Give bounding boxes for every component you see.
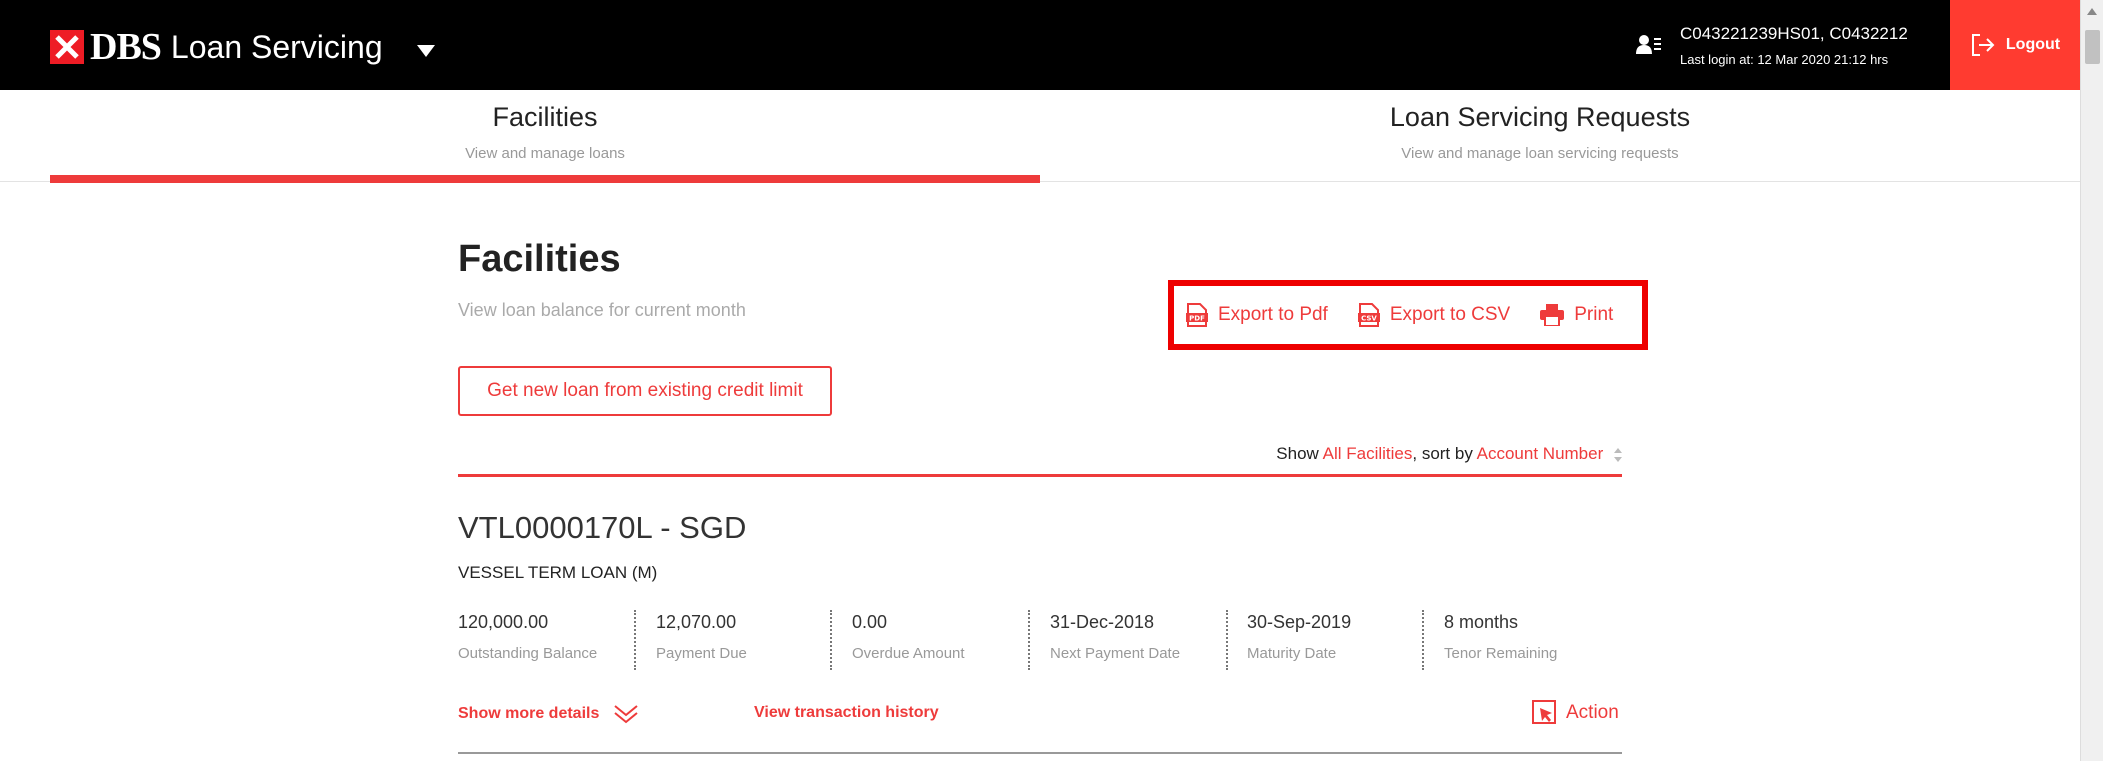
- account-title: VTL0000170L - SGD: [458, 510, 747, 545]
- sort-arrows-icon[interactable]: [1614, 447, 1622, 462]
- stat-payment-due: 12,070.00 Payment Due: [656, 608, 747, 670]
- caret-down-icon[interactable]: [416, 45, 435, 57]
- last-login: Last login at: 12 Mar 2020 21:12 hrs: [1680, 52, 1889, 67]
- logout-label: Logout: [2005, 36, 2061, 53]
- export-csv-button[interactable]: CSV Export to CSV: [1357, 303, 1511, 327]
- section-divider: [458, 474, 1622, 477]
- logout-button[interactable]: Logout: [1950, 0, 2080, 90]
- action-label: Action: [1566, 702, 1619, 723]
- stat-outstanding-balance: 120,000.00 Outstanding Balance: [458, 608, 597, 670]
- page-scrollbar[interactable]: [2080, 0, 2103, 761]
- active-tab-indicator: [50, 175, 1040, 183]
- printer-icon: [1540, 304, 1565, 326]
- stat-value: 8 months: [1444, 612, 1519, 632]
- stat-value: 30-Sep-2019: [1247, 612, 1352, 632]
- scroll-up-icon[interactable]: [2087, 8, 2097, 15]
- stat-divider: [1028, 610, 1030, 670]
- view-transaction-history-link[interactable]: View transaction history: [754, 704, 939, 722]
- show-label: Show: [1276, 444, 1319, 463]
- scroll-thumb[interactable]: [2085, 30, 2100, 64]
- facility-stats: 120,000.00 Outstanding Balance 12,070.00…: [458, 608, 1622, 670]
- tab-title: Loan Servicing Requests: [1389, 102, 1691, 132]
- stat-value: 12,070.00: [656, 612, 737, 632]
- stat-divider: [1226, 610, 1228, 670]
- export-csv-label: Export to CSV: [1389, 304, 1511, 325]
- pdf-file-icon: PDF: [1186, 303, 1208, 327]
- stat-overdue-amount: 0.00 Overdue Amount: [852, 608, 965, 670]
- filter-link[interactable]: All Facilities: [1323, 444, 1413, 463]
- tab-facilities[interactable]: Facilities View and manage loans: [50, 90, 1040, 183]
- stat-next-payment-date: 31-Dec-2018 Next Payment Date: [1050, 608, 1180, 670]
- user-card-icon: [1636, 35, 1661, 54]
- sort-by-label: , sort by: [1412, 444, 1473, 463]
- export-pdf-button[interactable]: PDF Export to Pdf: [1186, 303, 1328, 327]
- tab-subtitle: View and manage loans: [465, 145, 625, 162]
- show-more-label: Show more details: [458, 705, 600, 722]
- brand-name: DBS: [90, 26, 162, 68]
- stat-label: Next Payment Date: [1050, 645, 1181, 662]
- get-new-loan-button[interactable]: Get new loan from existing credit limit: [458, 366, 832, 416]
- app-name: Loan Servicing: [170, 28, 383, 65]
- page-subtitle: View loan balance for current month: [458, 300, 746, 320]
- stat-value: 120,000.00: [458, 612, 549, 632]
- logout-icon: [1971, 34, 1995, 56]
- action-cursor-icon: [1532, 700, 1556, 724]
- svg-text:CSV: CSV: [1361, 315, 1377, 323]
- stat-divider: [1422, 610, 1424, 670]
- card-bottom-divider: [458, 752, 1622, 754]
- stat-value: 31-Dec-2018: [1050, 612, 1155, 632]
- brand-menu[interactable]: DBS Loan Servicing: [50, 26, 435, 68]
- loan-type: VESSEL TERM LOAN (M): [458, 563, 658, 582]
- stat-tenor-remaining: 8 months Tenor Remaining: [1444, 608, 1557, 670]
- export-actions: PDF Export to Pdf CSV Export to CSV Prin…: [1168, 280, 1648, 350]
- sort-field-link[interactable]: Account Number: [1477, 444, 1604, 463]
- csv-file-icon: CSV: [1357, 303, 1380, 327]
- stat-label: Payment Due: [656, 645, 747, 662]
- print-label: Print: [1574, 304, 1614, 325]
- print-button[interactable]: Print: [1540, 304, 1613, 326]
- user-id: C043221239HS01, C0432212: [1680, 24, 1908, 43]
- sort-bar: Show All Facilities, sort by Account Num…: [458, 440, 1622, 478]
- stat-divider: [830, 610, 832, 670]
- action-button[interactable]: Action: [1532, 700, 1619, 726]
- stat-label: Outstanding Balance: [458, 645, 598, 662]
- export-pdf-label: Export to Pdf: [1218, 304, 1328, 325]
- tab-loan-servicing-requests[interactable]: Loan Servicing Requests View and manage …: [1040, 90, 2040, 182]
- stat-label: Overdue Amount: [852, 645, 965, 662]
- show-more-details-link[interactable]: Show more details: [458, 704, 639, 724]
- main-tabs: Facilities View and manage loans Loan Se…: [0, 90, 2080, 183]
- page-title: Facilities: [458, 238, 621, 280]
- tab-title: Facilities: [492, 102, 598, 132]
- top-bar: DBS Loan Servicing C043221239HS01, C0432…: [0, 0, 2080, 90]
- stat-maturity-date: 30-Sep-2019 Maturity Date: [1247, 608, 1351, 670]
- tab-subtitle: View and manage loan servicing requests: [1401, 145, 1679, 162]
- stat-value: 0.00: [852, 612, 888, 632]
- double-chevron-down-icon: [614, 705, 639, 724]
- stat-label: Maturity Date: [1247, 645, 1337, 662]
- stat-label: Tenor Remaining: [1444, 645, 1558, 662]
- dbs-logo-icon: [50, 30, 84, 64]
- stat-divider: [634, 610, 636, 670]
- svg-text:PDF: PDF: [1189, 315, 1205, 323]
